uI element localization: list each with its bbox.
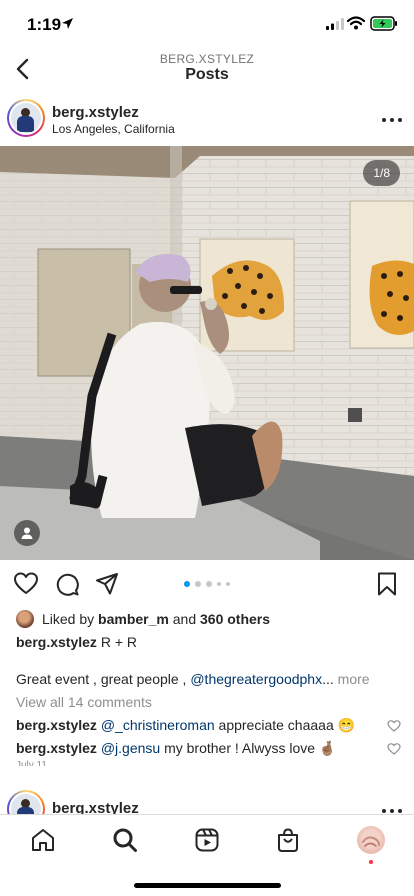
tagged-people-button[interactable] [14,520,40,546]
shopping-bag-icon [278,828,298,852]
caption: berg.xstylez R + R [16,634,137,650]
comment-text: my brother ! Alwyss love 🤞🏽 [164,740,337,756]
home-indicator [134,883,281,888]
caption-continued: Great event , great people , @thegreater… [16,671,370,687]
carousel-dot [217,582,221,586]
cellular-signal-icon [326,18,344,30]
post-location[interactable]: Los Angeles, California [52,122,175,136]
comment-username[interactable]: berg.xstylez [16,717,97,733]
caption-body: Great event , great people , [16,671,187,687]
reels-icon [195,828,219,852]
wifi-icon [347,16,365,30]
carousel-dot [184,581,190,587]
next-post-more-button[interactable] [382,806,402,814]
post-actions [0,562,414,606]
liker-avatar [16,610,34,628]
post-author-avatar[interactable] [7,99,45,137]
comment-username[interactable]: berg.xstylez [16,740,97,756]
view-all-comments-link[interactable]: View all 14 comments [16,694,152,710]
post-date: July 11 [16,760,47,766]
liker-username[interactable]: bamber_m [98,611,169,627]
likes-conjunction: and [172,611,197,627]
likes-prefix: Liked by [42,611,95,627]
post-photo[interactable]: 1/8 [0,146,414,560]
posts-header: BERG.XSTYLEZ Posts [0,46,414,92]
caption-username[interactable]: berg.xstylez [16,634,97,650]
comment-mention[interactable]: @j.gensu [101,740,160,756]
likes-summary[interactable]: Liked by bamber_m and 360 others [16,608,270,630]
tab-search[interactable] [111,826,139,854]
tab-profile[interactable] [357,826,385,854]
carousel-indicator [0,581,414,587]
next-post-header: berg.xstylez [0,788,414,814]
tab-home[interactable] [29,826,57,854]
header-account-name: BERG.XSTYLEZ [159,52,255,66]
next-post-username[interactable]: berg.xstylez [52,800,139,814]
profile-avatar-icon [362,836,380,847]
caption-mention[interactable]: @thegreatergoodphx [190,671,322,687]
battery-charging-icon [370,16,397,31]
status-time: 1:19 [27,15,62,34]
carousel-dot [206,581,212,587]
location-arrow-icon [62,18,73,29]
post-author-username[interactable]: berg.xstylez [52,104,139,121]
more-options-button[interactable] [382,115,402,125]
slide-counter: 1/8 [363,160,400,186]
comment-mention[interactable]: @_christineroman [101,717,215,733]
page-title: Posts [185,66,229,83]
comment-row: berg.xstylez @j.gensu my brother ! Alwys… [16,740,336,757]
post-photo-illustration [0,146,414,560]
comment-like-icon[interactable] [387,719,401,733]
likes-others[interactable]: 360 others [200,611,270,627]
caption-more-link[interactable]: more [338,671,370,687]
person-tag-icon [21,527,33,539]
tab-shop[interactable] [274,826,302,854]
carousel-dot [195,581,201,587]
comment-text: appreciate chaaaa 😁 [218,717,356,733]
bookmark-icon[interactable] [374,571,400,597]
caption-text: R + R [100,634,138,650]
search-icon [113,828,137,852]
caption-ellipsis: ... [322,671,334,687]
notification-dot [369,860,373,864]
comment-row: berg.xstylez @_christineroman appreciate… [16,717,355,734]
carousel-dot [226,582,230,586]
comment-like-icon[interactable] [387,742,401,756]
next-post-avatar[interactable] [7,790,45,814]
home-icon [32,829,54,851]
status-bar: 1:19 [0,0,414,46]
tab-reels[interactable] [193,826,221,854]
post-header: berg.xstylez Los Angeles, California [0,95,414,145]
